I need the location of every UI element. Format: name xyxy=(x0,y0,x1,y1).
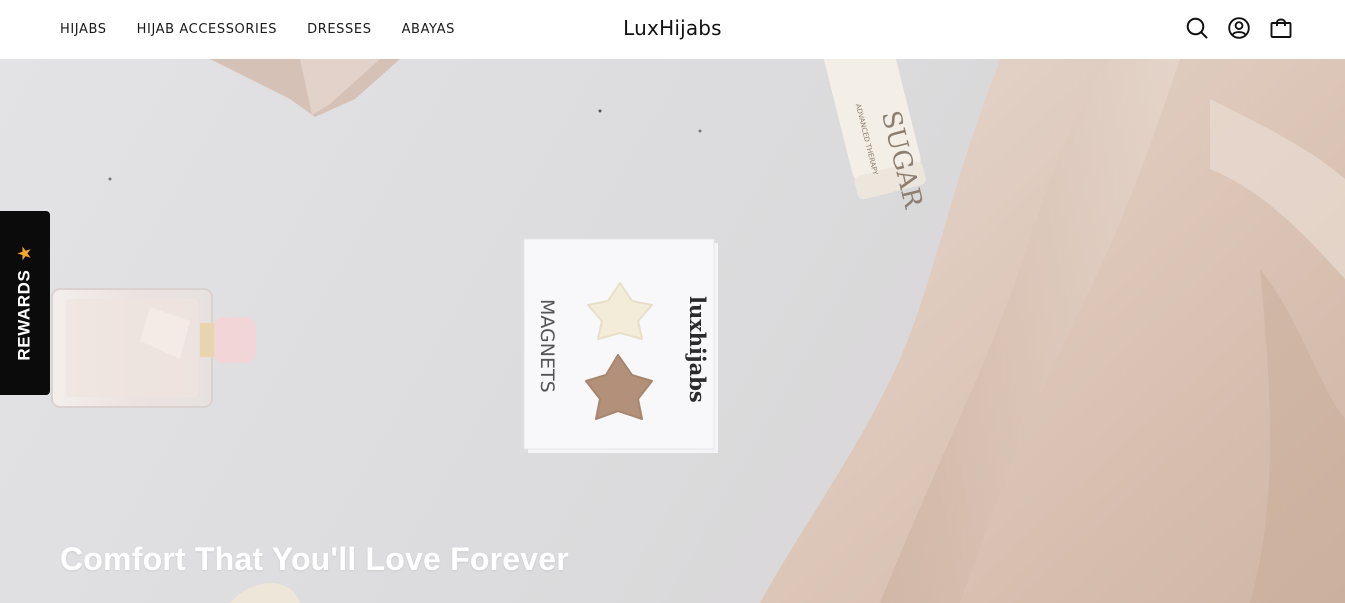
star-icon: ★ xyxy=(15,245,36,262)
site-logo[interactable]: LuxHijabs xyxy=(623,16,722,40)
card-product: MAGNETS xyxy=(536,299,558,393)
nav-hijab-accessories[interactable]: HIJAB ACCESSORIES xyxy=(137,22,277,37)
hero-title: Comfort That You'll Love Forever xyxy=(60,541,569,577)
hero-image: SUGAR ADVANCED THERAPY luxhijabs MAGNETS xyxy=(51,59,1345,603)
rewards-tab[interactable]: REWARDS ★ xyxy=(0,211,50,395)
search-icon[interactable] xyxy=(1186,16,1208,40)
main-nav: HIJABS HIJAB ACCESSORIES DRESSES ABAYAS xyxy=(60,0,455,59)
site-header: HIJABS HIJAB ACCESSORIES DRESSES ABAYAS … xyxy=(0,0,1345,59)
cart-icon[interactable] xyxy=(1270,16,1292,40)
nav-dresses[interactable]: DRESSES xyxy=(307,22,371,37)
hero-banner: SUGAR ADVANCED THERAPY luxhijabs MAGNETS xyxy=(0,59,1345,603)
card-brand: luxhijabs xyxy=(685,296,710,403)
account-icon[interactable] xyxy=(1228,16,1250,40)
nav-abayas[interactable]: ABAYAS xyxy=(402,22,455,37)
rewards-label: REWARDS xyxy=(15,269,35,361)
header-actions xyxy=(1186,16,1292,40)
nav-hijabs[interactable]: HIJABS xyxy=(60,22,107,37)
